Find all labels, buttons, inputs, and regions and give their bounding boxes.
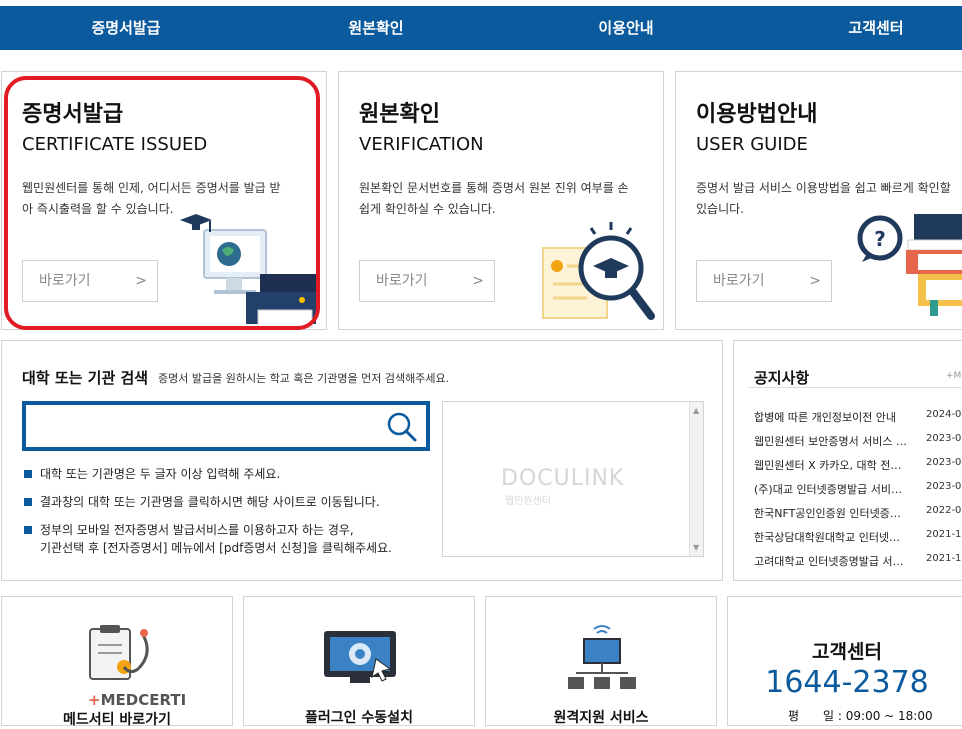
card-subtitle: VERIFICATION: [359, 134, 484, 155]
search-input[interactable]: [28, 407, 378, 445]
notice-row-date: 2023-09: [926, 433, 962, 444]
notice-row-date: 2021-10: [926, 553, 962, 564]
card-description-line: 원본확인 문서번호를 통해 증명서 원본 진위 여부를 손: [359, 181, 629, 195]
bullet-square-icon: [24, 498, 32, 506]
instruction-text: 대학 또는 기관명은 두 글자 이상 입력해 주세요.: [40, 467, 281, 481]
instruction-text: 결과창의 대학 또는 기관명을 클릭하시면 해당 사이트로 이동됩니다.: [40, 495, 380, 509]
monitor-gear-icon: [324, 631, 396, 683]
instruction-text: 기관선택 후 [전자증명서] 메뉴에서 [pdf증명서 신청]을 클릭해주세요.: [40, 541, 392, 555]
button-label: 바로가기: [39, 273, 91, 289]
user-guide-card: 이용방법안내 USER GUIDE 증명서 발급 서비스 이용방법을 쉽고 빠르…: [675, 71, 962, 330]
search-results-panel[interactable]: DOCULINK 웹민원센터 ▲ ▼: [442, 401, 704, 557]
magnifier-certificate-illustration: [542, 222, 655, 320]
notice-row-title: 합병에 따른 개인정보이전 안내: [754, 411, 897, 424]
chevron-right-icon: >: [809, 273, 821, 289]
notice-row-title: 한국NFT공인인증원 인터넷증…: [754, 507, 901, 520]
notice-row[interactable]: 합병에 따른 개인정보이전 안내 2024-04: [754, 409, 962, 425]
search-instructions: 대학 또는 기관명은 두 글자 이상 입력해 주세요. 결과창의 대학 또는 기…: [24, 467, 424, 569]
certificate-go-button[interactable]: 바로가기 >: [22, 260, 158, 302]
notice-row-date: 2022-05: [926, 505, 962, 516]
notice-row-title: 웹민원센터 X 카카오, 대학 전…: [754, 459, 902, 472]
notice-row[interactable]: 한국상담대학원대학교 인터넷… 2021-12: [754, 529, 962, 545]
notice-more-link[interactable]: +MO: [946, 371, 962, 381]
search-icon[interactable]: [386, 411, 418, 443]
customer-center-hours: 평 일 : 09:00 ~ 18:00: [788, 709, 933, 723]
scroll-up-icon[interactable]: ▲: [693, 406, 699, 415]
instruction-item: 대학 또는 기관명은 두 글자 이상 입력해 주세요.: [24, 467, 424, 481]
card-subtitle: CERTIFICATE ISSUED: [22, 134, 208, 155]
medcerti-link-label: 메드서티 바로가기: [63, 712, 171, 728]
notice-row-title: (주)대교 인터넷증명발급 서비…: [754, 483, 903, 496]
nav-certificate-issue[interactable]: 증명서발급: [46, 6, 206, 50]
notice-row-title: 웹민원센터 보안증명서 서비스 …: [754, 435, 908, 448]
customer-center-card: 고객센터 1644-2378 평 일 : 09:00 ~ 18:00: [727, 596, 962, 726]
medcerti-card[interactable]: +MEDCERTI 메드서티 바로가기: [1, 596, 233, 728]
doculink-watermark: DOCULINK: [501, 466, 625, 491]
notice-row[interactable]: 고려대학교 인터넷증명발급 서… 2021-10: [754, 553, 962, 569]
plugin-install-label: 플러그인 수동설치: [305, 710, 413, 726]
search-input-wrapper: [22, 401, 430, 451]
medcerti-plus-icon: +: [88, 691, 101, 709]
card-description-line: 웹민원센터를 통해 인제, 어디서든 증명서를 발급 받: [22, 181, 281, 195]
card-title: 원본확인: [359, 102, 440, 127]
card-title: 이용방법안내: [696, 102, 818, 127]
computer-printer-illustration: [180, 214, 316, 328]
notice-row-date: 2024-04: [926, 409, 962, 420]
notice-section: 공지사항 +MO 합병에 따른 개인정보이전 안내 2024-04 웹민원센터 보…: [733, 340, 962, 581]
chevron-right-icon: >: [135, 273, 147, 289]
scroll-down-icon[interactable]: ▼: [693, 543, 699, 552]
network-computers-icon: [568, 625, 636, 689]
institution-search-section: 대학 또는 기관 검색 증명서 발급을 원하시는 학교 혹은 기관명을 먼저 검…: [1, 340, 723, 581]
notice-row[interactable]: 웹민원센터 X 카카오, 대학 전… 2023-04: [754, 457, 962, 473]
watermark-subtitle: 웹민원센터: [505, 496, 551, 507]
instruction-text: 정부의 모바일 전자증명서 발급서비스를 이용하고자 하는 경우,: [40, 523, 354, 537]
user-guide-go-button[interactable]: 바로가기 >: [696, 260, 832, 302]
instruction-item: 결과창의 대학 또는 기관명을 클릭하시면 해당 사이트로 이동됩니다.: [24, 495, 424, 509]
notice-row[interactable]: (주)대교 인터넷증명발급 서비… 2023-01: [754, 481, 962, 497]
svg-text:?: ?: [874, 227, 886, 251]
card-title: 증명서발급: [22, 102, 124, 127]
medcerti-logo-text: MEDCERTI: [100, 691, 187, 709]
notice-row-title: 고려대학교 인터넷증명발급 서…: [754, 555, 904, 568]
top-navigation: 증명서발급 원본확인 이용안내 고객센터: [0, 6, 962, 50]
chevron-right-icon: >: [472, 273, 484, 289]
bullet-square-icon: [24, 470, 32, 478]
nav-user-guide[interactable]: 이용안내: [546, 6, 706, 50]
notice-row-title: 한국상담대학원대학교 인터넷…: [754, 531, 901, 544]
nav-verification[interactable]: 원본확인: [296, 6, 456, 50]
card-subtitle: USER GUIDE: [696, 134, 808, 155]
card-description-line: 증명서 발급 서비스 이용방법을 쉽고 빠르게 확인할: [696, 181, 951, 195]
instruction-item-continued: 기관선택 후 [전자증명서] 메뉴에서 [pdf증명서 신청]을 클릭해주세요.: [24, 541, 424, 555]
customer-center-phone[interactable]: 1644-2378: [728, 665, 962, 700]
customer-center-title: 고객센터: [812, 641, 882, 663]
notice-row-date: 2021-12: [926, 529, 962, 540]
button-label: 바로가기: [376, 273, 428, 289]
nav-customer-center[interactable]: 고객센터: [796, 6, 956, 50]
notice-title: 공지사항: [754, 369, 810, 387]
notice-divider: [748, 387, 962, 388]
clipboard-stethoscope-icon: [89, 625, 149, 680]
search-hint: 증명서 발급을 원하시는 학교 혹은 기관명을 먼저 검색해주세요.: [158, 372, 450, 385]
button-label: 바로가기: [713, 273, 765, 289]
certificate-issue-card: 증명서발급 CERTIFICATE ISSUED 웹민원센터를 통해 인제, 어…: [1, 71, 327, 330]
plugin-install-card[interactable]: 플러그인 수동설치: [243, 596, 475, 726]
notice-row-date: 2023-01: [926, 481, 962, 492]
verification-card: 원본확인 VERIFICATION 원본확인 문서번호를 통해 증명서 원본 진…: [338, 71, 664, 330]
books-question-illustration: ?: [857, 214, 962, 316]
bullet-square-icon: [24, 526, 32, 534]
instruction-item: 정부의 모바일 전자증명서 발급서비스를 이용하고자 하는 경우,: [24, 523, 424, 537]
notice-row[interactable]: 웹민원센터 보안증명서 서비스 … 2023-09: [754, 433, 962, 449]
notice-row-date: 2023-04: [926, 457, 962, 468]
remote-support-label: 원격지원 서비스: [553, 710, 649, 726]
remote-support-card[interactable]: 원격지원 서비스: [485, 596, 717, 726]
search-title: 대학 또는 기관 검색: [22, 369, 149, 387]
medcerti-logo: +MEDCERTI: [88, 691, 186, 709]
notice-row[interactable]: 한국NFT공인인증원 인터넷증… 2022-05: [754, 505, 962, 521]
results-scrollbar[interactable]: ▲ ▼: [689, 402, 703, 556]
verification-go-button[interactable]: 바로가기 >: [359, 260, 495, 302]
